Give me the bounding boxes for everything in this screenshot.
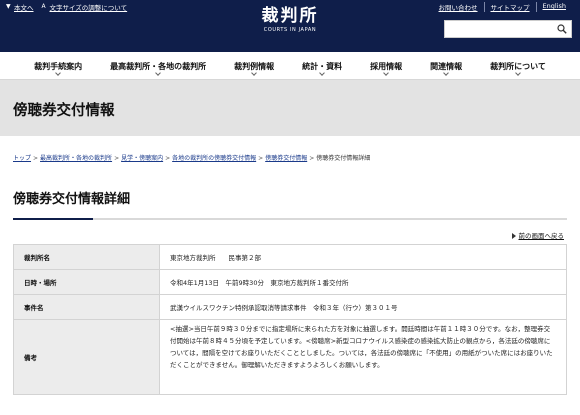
case-label: 事件名 — [13, 294, 160, 320]
section-banner: 傍聴券交付情報 — [0, 80, 580, 136]
notes-label: 備考 — [13, 319, 160, 395]
datetime-value: 令和4年1月13日 午前9時30分 東京地方裁判所１番交付所 — [159, 269, 567, 295]
breadcrumb-link[interactable]: 傍聴券交付情報 — [265, 155, 307, 162]
details-table: 裁判所名 東京地方裁判所 民事第２部 日時・場所 令和4年1月13日 午前9時3… — [13, 244, 567, 395]
breadcrumb-link[interactable]: 最高裁判所・各地の裁判所 — [40, 155, 112, 162]
breadcrumb-current: 傍聴券交付情報詳細 — [316, 155, 371, 162]
table-row: 備考 <抽選>当日午前９時３０分までに指定場所に来られた方を対象に抽選します。開… — [13, 319, 567, 395]
nav-related[interactable]: 関連情報 — [416, 52, 476, 80]
section-title: 傍聴券交付情報 — [13, 103, 115, 119]
title-divider — [13, 218, 567, 220]
breadcrumb-link[interactable]: トップ — [13, 155, 31, 162]
site-search — [444, 20, 572, 43]
case-value: 武漢ウイルスワクチン特例承認取消等請求事件 令和３年（行ウ）第３０１号 — [159, 294, 567, 320]
table-row: 裁判所名 東京地方裁判所 民事第２部 — [13, 244, 567, 270]
page-title: 傍聴券交付情報詳細 — [13, 192, 131, 207]
breadcrumb: トップ > 最高裁判所・各地の裁判所 > 見学・傍聴案内 > 各地の裁判所の傍聴券交付情報 >… — [13, 155, 371, 162]
contact-link[interactable]: お問い合わせ — [433, 2, 484, 12]
breadcrumb-link[interactable]: 各地の裁判所の傍聴券交付情報 — [172, 155, 256, 162]
court-label: 裁判所名 — [13, 244, 160, 270]
site-header: ▼ 本文へ A 文字サイズの調整について 裁判所 COURTS IN JAPAN… — [0, 0, 580, 52]
search-input[interactable] — [445, 26, 555, 43]
court-value: 東京地方裁判所 民事第２部 — [159, 244, 567, 270]
nav-about[interactable]: 裁判所について — [476, 52, 560, 80]
table-row: 事件名 武漢ウイルスワクチン特例承認取消等請求事件 令和３年（行ウ）第３０１号 — [13, 294, 567, 320]
global-nav: 裁判手続案内 最高裁判所・各地の裁判所 裁判例情報 統計・資料 採用情報 関連情… — [0, 52, 580, 80]
triangle-right-icon — [511, 233, 516, 239]
english-link[interactable]: English — [535, 2, 572, 12]
nav-recruitment[interactable]: 採用情報 — [356, 52, 416, 80]
datetime-label: 日時・場所 — [13, 269, 160, 295]
utility-links-right: お問い合わせ サイトマップ English — [433, 2, 572, 12]
back-link[interactable]: 前の画面へ戻る — [0, 230, 564, 240]
sitemap-link[interactable]: サイトマップ — [483, 2, 536, 12]
notes-value: <抽選>当日午前９時３０分までに指定場所に来られた方を対象に抽選します。開廷時間… — [159, 319, 567, 395]
nav-courts[interactable]: 最高裁判所・各地の裁判所 — [96, 52, 220, 80]
nav-precedents[interactable]: 裁判例情報 — [220, 52, 288, 80]
search-icon[interactable] — [557, 24, 567, 34]
nav-procedures[interactable]: 裁判手続案内 — [20, 52, 96, 80]
nav-statistics[interactable]: 統計・資料 — [288, 52, 356, 80]
table-row: 日時・場所 令和4年1月13日 午前9時30分 東京地方裁判所１番交付所 — [13, 269, 567, 295]
breadcrumb-link[interactable]: 見学・傍聴案内 — [121, 155, 163, 162]
